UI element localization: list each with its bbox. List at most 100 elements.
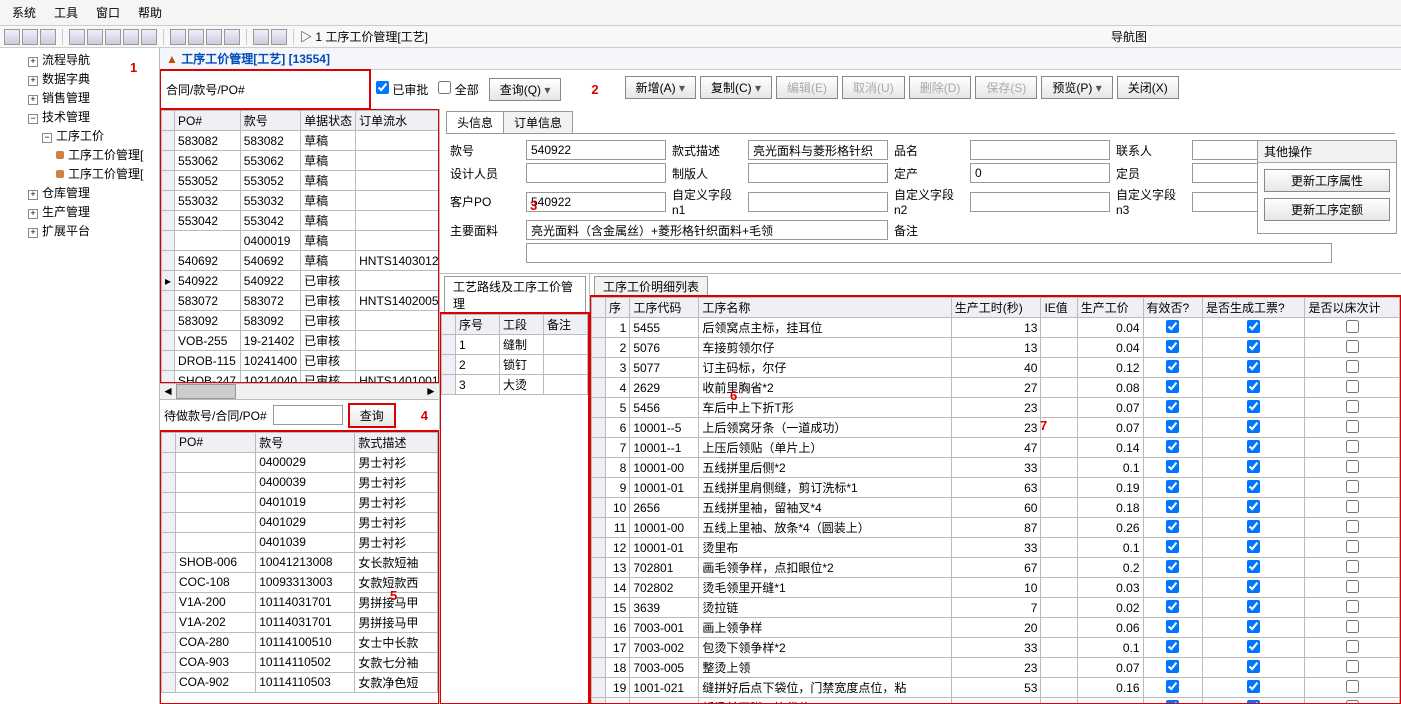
table-row[interactable]: 153639烫拉链70.02	[592, 598, 1400, 618]
tree-node[interactable]: 销售管理	[2, 88, 157, 107]
cell-checkbox[interactable]	[1166, 400, 1179, 413]
table-row[interactable]: COA-90210114110503女款净色短	[162, 672, 438, 692]
table-row[interactable]: COA-28010114100510女士中长款	[162, 632, 438, 652]
cell-checkbox[interactable]	[1346, 600, 1359, 613]
col-header[interactable]: 备注	[544, 315, 588, 335]
col-header[interactable]: 款式描述	[355, 432, 438, 452]
table-row[interactable]: SHOB-24710214040已审核HNTS1401001	[162, 371, 440, 383]
col-header[interactable]: 有效否?	[1143, 298, 1202, 318]
cell-checkbox[interactable]	[1247, 460, 1260, 473]
cell-checkbox[interactable]	[1247, 540, 1260, 553]
form-input-主要面料[interactable]	[526, 220, 888, 240]
table-row[interactable]: 583092583092已审核	[162, 311, 440, 331]
cell-checkbox[interactable]	[1346, 540, 1359, 553]
cell-checkbox[interactable]	[1346, 520, 1359, 533]
save-button[interactable]: 保存(S)	[975, 76, 1037, 99]
cell-checkbox[interactable]	[1166, 580, 1179, 593]
col-header[interactable]: 单据状态	[301, 111, 356, 131]
tree-node[interactable]: 仓库管理	[2, 183, 157, 202]
cell-checkbox[interactable]	[1166, 620, 1179, 633]
menu-window[interactable]: 窗口	[88, 2, 128, 23]
form-input-制版人[interactable]	[748, 163, 888, 183]
form-input-定产[interactable]	[970, 163, 1110, 183]
col-header[interactable]: 是否以床次计	[1305, 298, 1400, 318]
cell-checkbox[interactable]	[1346, 620, 1359, 633]
table-row[interactable]: 35077订主码标，尔仔400.12	[592, 358, 1400, 378]
cell-checkbox[interactable]	[1166, 560, 1179, 573]
form-input-设计人员[interactable]	[526, 163, 666, 183]
col-header[interactable]: PO#	[175, 111, 241, 131]
table-row[interactable]: 553042553042草稿	[162, 211, 440, 231]
tab-detail[interactable]: 工序工价明细列表	[594, 276, 708, 296]
menu-help[interactable]: 帮助	[130, 2, 170, 23]
table-row[interactable]: DROB-11510241400已审核	[162, 351, 440, 371]
tb-icon[interactable]	[188, 29, 204, 45]
table-row[interactable]: 3大烫	[442, 375, 588, 395]
form-input-自定义字段n2[interactable]	[970, 192, 1110, 212]
cell-checkbox[interactable]	[1247, 640, 1260, 653]
table-row[interactable]: 15455后领窝点主标，挂耳位130.04	[592, 318, 1400, 338]
table-row[interactable]: 553052553052草稿	[162, 171, 440, 191]
table-row[interactable]: VOB-25519-21402已审核	[162, 331, 440, 351]
table-row[interactable]: 2锁钉	[442, 355, 588, 375]
new-button[interactable]: 新增(A)	[625, 76, 696, 99]
tab-order[interactable]: 订单信息	[503, 111, 573, 133]
tb-icon[interactable]	[4, 29, 20, 45]
grid-orders[interactable]: 3 PO#款号单据状态订单流水583082583082草稿55306255306…	[160, 109, 439, 383]
col-header[interactable]: 款号	[240, 111, 300, 131]
cell-checkbox[interactable]	[1346, 360, 1359, 373]
preview-button[interactable]: 预览(P)	[1041, 76, 1112, 99]
col-header[interactable]: 工序名称	[699, 298, 951, 318]
tb-icon[interactable]	[206, 29, 222, 45]
tb-icon[interactable]	[40, 29, 56, 45]
table-row[interactable]: ▸540922540922已审核	[162, 271, 440, 291]
cell-checkbox[interactable]	[1247, 340, 1260, 353]
tree-node[interactable]: 工序工价管理[	[2, 145, 157, 164]
form-input-款式描述[interactable]	[748, 140, 888, 160]
tb-icon[interactable]	[123, 29, 139, 45]
cell-checkbox[interactable]	[1247, 440, 1260, 453]
update-attr-button[interactable]: 更新工序属性	[1264, 169, 1390, 192]
cell-checkbox[interactable]	[1166, 380, 1179, 393]
cell-checkbox[interactable]	[1247, 420, 1260, 433]
table-row[interactable]: 553062553062草稿	[162, 151, 440, 171]
pending-input[interactable]	[273, 405, 343, 425]
chk-all[interactable]: 全部	[438, 81, 478, 98]
cell-checkbox[interactable]	[1346, 480, 1359, 493]
table-row[interactable]: 0400039男士衬衫	[162, 472, 438, 492]
cell-checkbox[interactable]	[1247, 580, 1260, 593]
cell-checkbox[interactable]	[1346, 580, 1359, 593]
table-row[interactable]: 540692540692草稿HNTS1403012	[162, 251, 440, 271]
tab-route[interactable]: 工艺路线及工序工价管理	[444, 276, 586, 313]
tb-icon[interactable]	[271, 29, 287, 45]
grid-route[interactable]: 6 序号工段备注1缝制2锁钉3大烫	[440, 313, 589, 704]
cell-checkbox[interactable]	[1346, 700, 1359, 704]
tb-icon[interactable]	[170, 29, 186, 45]
col-header[interactable]: PO#	[176, 432, 256, 452]
cell-checkbox[interactable]	[1247, 680, 1260, 693]
cell-checkbox[interactable]	[1166, 600, 1179, 613]
tb-icon[interactable]	[253, 29, 269, 45]
table-row[interactable]: 0401019男士衬衫	[162, 492, 438, 512]
cancel-button[interactable]: 取消(U)	[842, 76, 905, 99]
col-header[interactable]: 是否生成工票?	[1202, 298, 1304, 318]
col-header[interactable]: 序	[606, 298, 630, 318]
grid-pending[interactable]: 5 PO#款号款式描述0400029男士衬衫0400039男士衬衫0401019…	[160, 431, 439, 704]
tb-icon[interactable]	[141, 29, 157, 45]
tb-icon[interactable]	[87, 29, 103, 45]
cell-checkbox[interactable]	[1346, 560, 1359, 573]
cell-checkbox[interactable]	[1247, 500, 1260, 513]
cell-checkbox[interactable]	[1346, 320, 1359, 333]
tb-icon[interactable]	[105, 29, 121, 45]
table-row[interactable]: 0401039男士衬衫	[162, 532, 438, 552]
cell-checkbox[interactable]	[1247, 320, 1260, 333]
cell-checkbox[interactable]	[1166, 500, 1179, 513]
cell-checkbox[interactable]	[1346, 460, 1359, 473]
cell-checkbox[interactable]	[1166, 420, 1179, 433]
form-input-客户PO[interactable]	[526, 192, 666, 212]
update-quota-button[interactable]: 更新工序定额	[1264, 198, 1390, 221]
cell-checkbox[interactable]	[1166, 320, 1179, 333]
menu-tools[interactable]: 工具	[46, 2, 86, 23]
cell-checkbox[interactable]	[1247, 600, 1260, 613]
cell-checkbox[interactable]	[1166, 360, 1179, 373]
